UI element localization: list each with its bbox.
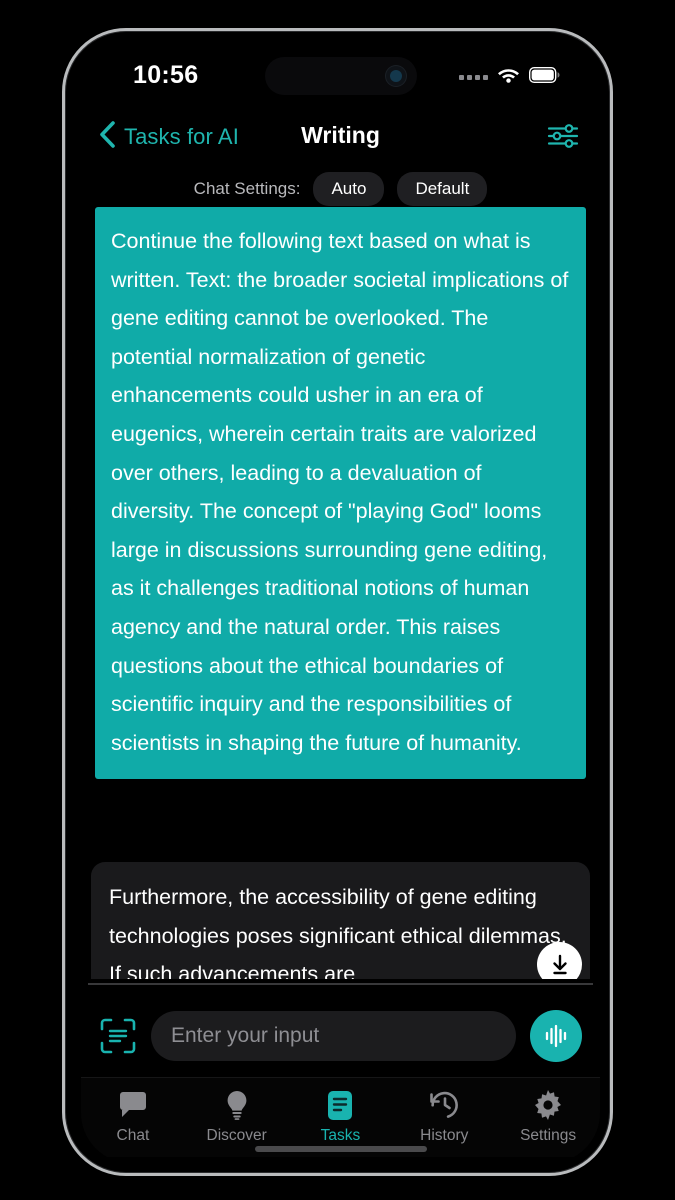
tab-label-tasks: Tasks	[320, 1127, 361, 1144]
arrow-down-to-line-icon	[552, 954, 567, 974]
message-text-user: Continue the following text based on wha…	[111, 229, 569, 755]
battery-icon	[528, 66, 560, 88]
input-divider	[88, 983, 593, 985]
input-bar	[81, 995, 600, 1077]
voice-input-button[interactable]	[530, 1010, 582, 1062]
tab-label-history: History	[420, 1127, 469, 1144]
tab-label-discover: Discover	[206, 1127, 267, 1144]
message-bubble-assistant[interactable]: Furthermore, the accessibility of gene e…	[91, 862, 590, 979]
message-list[interactable]: Continue the following text based on wha…	[81, 207, 600, 979]
sliders-filter-icon[interactable]	[546, 121, 580, 151]
wifi-icon	[497, 66, 520, 88]
navigation-bar: Tasks for AI Writing	[81, 109, 600, 165]
scroll-to-bottom-button[interactable]	[537, 942, 582, 979]
message-input-field[interactable]	[151, 1011, 516, 1061]
dynamic-island	[264, 57, 417, 95]
signal-dots-icon	[459, 74, 488, 80]
voice-waveform-icon	[545, 1024, 567, 1048]
tab-label-chat: Chat	[116, 1127, 150, 1144]
front-camera-icon	[385, 66, 406, 86]
tab-label-settings: Settings	[520, 1127, 577, 1144]
message-bubble-user[interactable]: Continue the following text based on wha…	[95, 207, 586, 780]
home-indicator[interactable]	[254, 1146, 427, 1152]
phone-frame: 10:56 Tasks for AI Writing Chat Settings…	[62, 28, 613, 1176]
tab-settings[interactable]: Settings	[496, 1078, 600, 1157]
lightbulb-icon	[224, 1090, 250, 1120]
chat-settings-label: Chat Settings:	[193, 179, 301, 198]
status-bar: 10:56	[81, 47, 600, 109]
clock-rewind-icon	[429, 1090, 460, 1120]
tab-bar: Chat Discover Tasks History Settings	[81, 1077, 600, 1157]
tab-chat[interactable]: Chat	[81, 1078, 185, 1157]
chat-settings-bar: Chat Settings: Auto Default	[81, 169, 600, 209]
chat-settings-auto-pill[interactable]: Auto	[313, 172, 385, 206]
page-title: Writing	[301, 122, 380, 148]
gear-icon	[533, 1090, 563, 1120]
phone-screen: 10:56 Tasks for AI Writing Chat Settings…	[81, 47, 600, 1163]
status-time: 10:56	[133, 61, 199, 89]
message-text-assistant: Furthermore, the accessibility of gene e…	[109, 885, 567, 979]
scan-text-icon[interactable]	[99, 1017, 137, 1055]
chat-bubble-icon	[117, 1090, 149, 1120]
chat-settings-default-pill[interactable]: Default	[397, 172, 488, 206]
status-icons	[459, 66, 560, 88]
document-lines-icon	[327, 1090, 353, 1120]
